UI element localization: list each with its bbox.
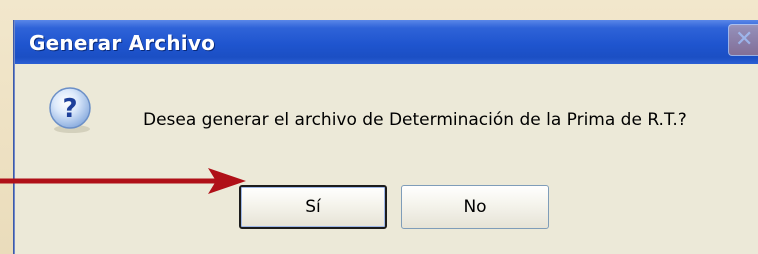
question-icon: ? bbox=[49, 87, 91, 133]
dialog-title: Generar Archivo bbox=[29, 31, 216, 55]
message-dialog: Generar Archivo ✕ ? Desea generar el arc… bbox=[14, 20, 758, 254]
close-button[interactable]: ✕ bbox=[728, 24, 758, 56]
no-button-label: No bbox=[463, 197, 487, 217]
dialog-message: Desea generar el archivo de Determinació… bbox=[143, 110, 687, 130]
svg-text:?: ? bbox=[62, 94, 77, 124]
yes-button-label: Sí bbox=[305, 197, 321, 217]
yes-button[interactable]: Sí bbox=[239, 185, 387, 229]
close-icon: ✕ bbox=[735, 27, 754, 52]
dialog-titlebar[interactable]: Generar Archivo ✕ bbox=[15, 20, 758, 64]
no-button[interactable]: No bbox=[401, 185, 549, 229]
